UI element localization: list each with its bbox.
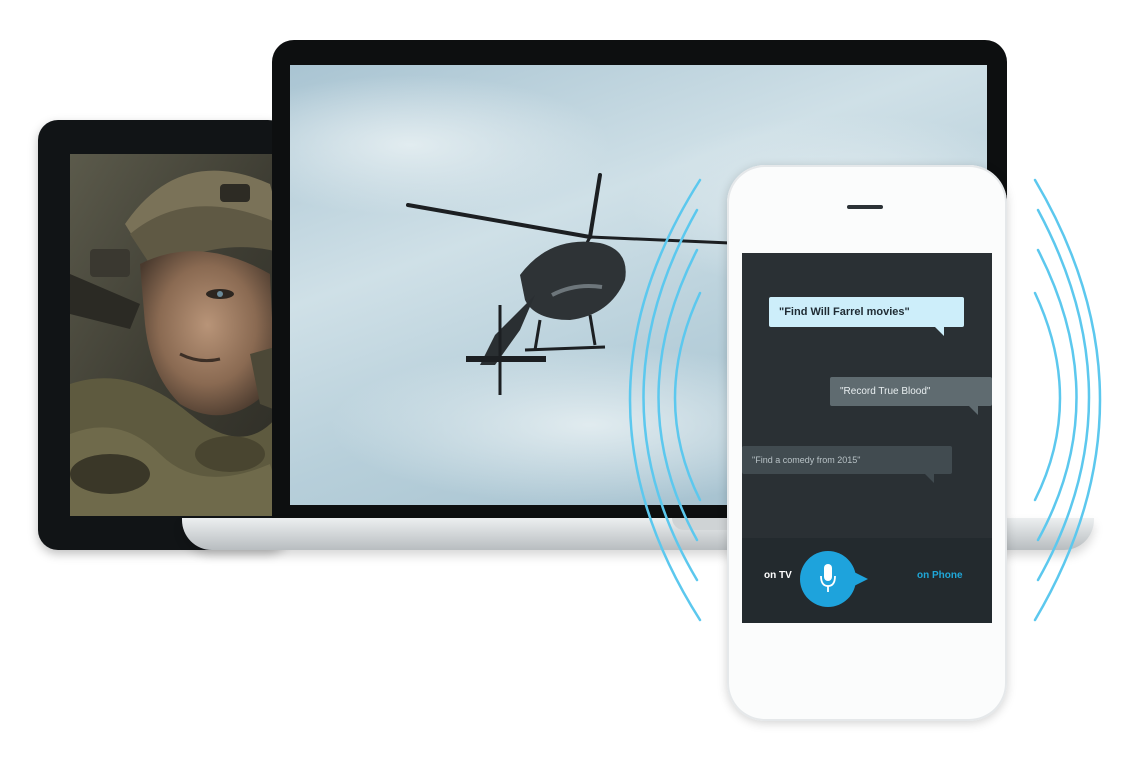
voice-command-bubble-1: "Find Will Farrel movies" <box>769 297 964 336</box>
signal-ring-left-2 <box>657 248 699 542</box>
signal-ring-right-1 <box>1033 291 1062 502</box>
signal-ring-left-4 <box>628 178 702 622</box>
voice-command-bubble-3: "Find a comedy from 2015" <box>742 446 952 483</box>
voice-command-bubble-2: "Record True Blood" <box>830 377 992 415</box>
phone-screen: "Find Will Farrel movies" "Record True B… <box>742 253 992 623</box>
signal-ring-left-1 <box>673 291 702 502</box>
on-phone-toggle[interactable]: on Phone <box>917 570 963 581</box>
microphone-button[interactable] <box>800 551 868 607</box>
voice-control-bar: on TV on Phone <box>742 538 992 623</box>
phone-device: "Find Will Farrel movies" "Record True B… <box>727 165 1007 721</box>
microphone-icon <box>820 564 836 592</box>
signal-ring-right-2 <box>1036 248 1078 542</box>
on-tv-toggle[interactable]: on TV <box>764 570 792 581</box>
device-showcase-illustration: "Find Will Farrel movies" "Record True B… <box>0 0 1144 763</box>
phone-speaker <box>847 205 883 209</box>
